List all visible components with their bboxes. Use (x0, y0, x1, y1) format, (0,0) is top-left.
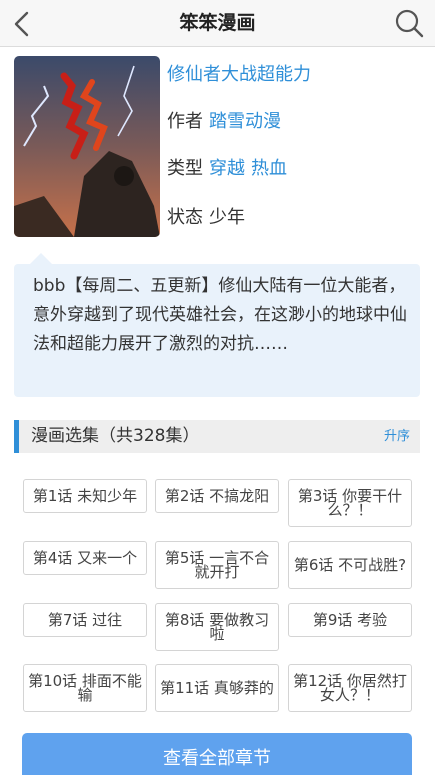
section-accent-bar (14, 420, 19, 453)
type-tag-link[interactable]: 热血 (251, 158, 287, 179)
status-value: 少年 (209, 207, 245, 228)
chapter-section-header: 漫画选集（共328集） 升序 (14, 420, 420, 453)
chapter-button[interactable]: 第6话 不可战胜? (288, 541, 412, 589)
comic-detail-page: 笨笨漫画 修仙者大战超能力 作者 踏雪动漫 类型 穿越 热血 状态 少年 bbb… (0, 0, 435, 775)
top-bar: 笨笨漫画 (0, 0, 435, 47)
comic-title-link[interactable]: 修仙者大战超能力 (167, 60, 311, 86)
chapter-button[interactable]: 第9话 考验 (288, 603, 412, 637)
chapter-button[interactable]: 第11话 真够莽的 (155, 664, 279, 712)
status-label: 状态 (167, 207, 203, 228)
search-button[interactable] (393, 7, 427, 41)
chapter-button[interactable]: 第3话 你要干什么？！ (288, 479, 412, 527)
author-row: 作者 踏雪动漫 (167, 107, 281, 133)
type-tag-link[interactable]: 穿越 (209, 158, 245, 179)
type-label: 类型 (167, 158, 203, 179)
chapter-button[interactable]: 第12话 你居然打女人？！ (288, 664, 412, 712)
chapter-button[interactable]: 第5话 一言不合就开打 (155, 541, 279, 589)
section-title: 漫画选集（共328集） (31, 426, 200, 446)
author-label: 作者 (167, 111, 203, 132)
description-box: bbb【每周二、五更新】修仙大陆有一位大能者，意外穿越到了现代英雄社会，在这渺小… (14, 264, 420, 397)
chapter-button[interactable]: 第2话 不搞龙阳 (155, 479, 279, 513)
chapter-button[interactable]: 第4话 又来一个 (23, 541, 147, 575)
chapter-button[interactable]: 第1话 未知少年 (23, 479, 147, 513)
description-pointer (30, 253, 52, 264)
cover-artwork (14, 56, 160, 237)
chapter-button[interactable]: 第7话 过往 (23, 603, 147, 637)
type-row: 类型 穿越 热血 (167, 154, 287, 180)
status-row: 状态 少年 (167, 203, 245, 229)
chapter-button[interactable]: 第8话 要做教习啦 (155, 603, 279, 651)
sort-toggle-button[interactable]: 升序 (384, 420, 410, 453)
page-title: 笨笨漫画 (179, 12, 256, 34)
author-link[interactable]: 踏雪动漫 (209, 111, 281, 132)
comic-cover-image[interactable] (14, 56, 160, 237)
chapter-button[interactable]: 第10话 排面不能输 (23, 664, 147, 712)
view-all-chapters-button[interactable]: 查看全部章节 (22, 733, 412, 775)
search-icon (395, 9, 424, 38)
